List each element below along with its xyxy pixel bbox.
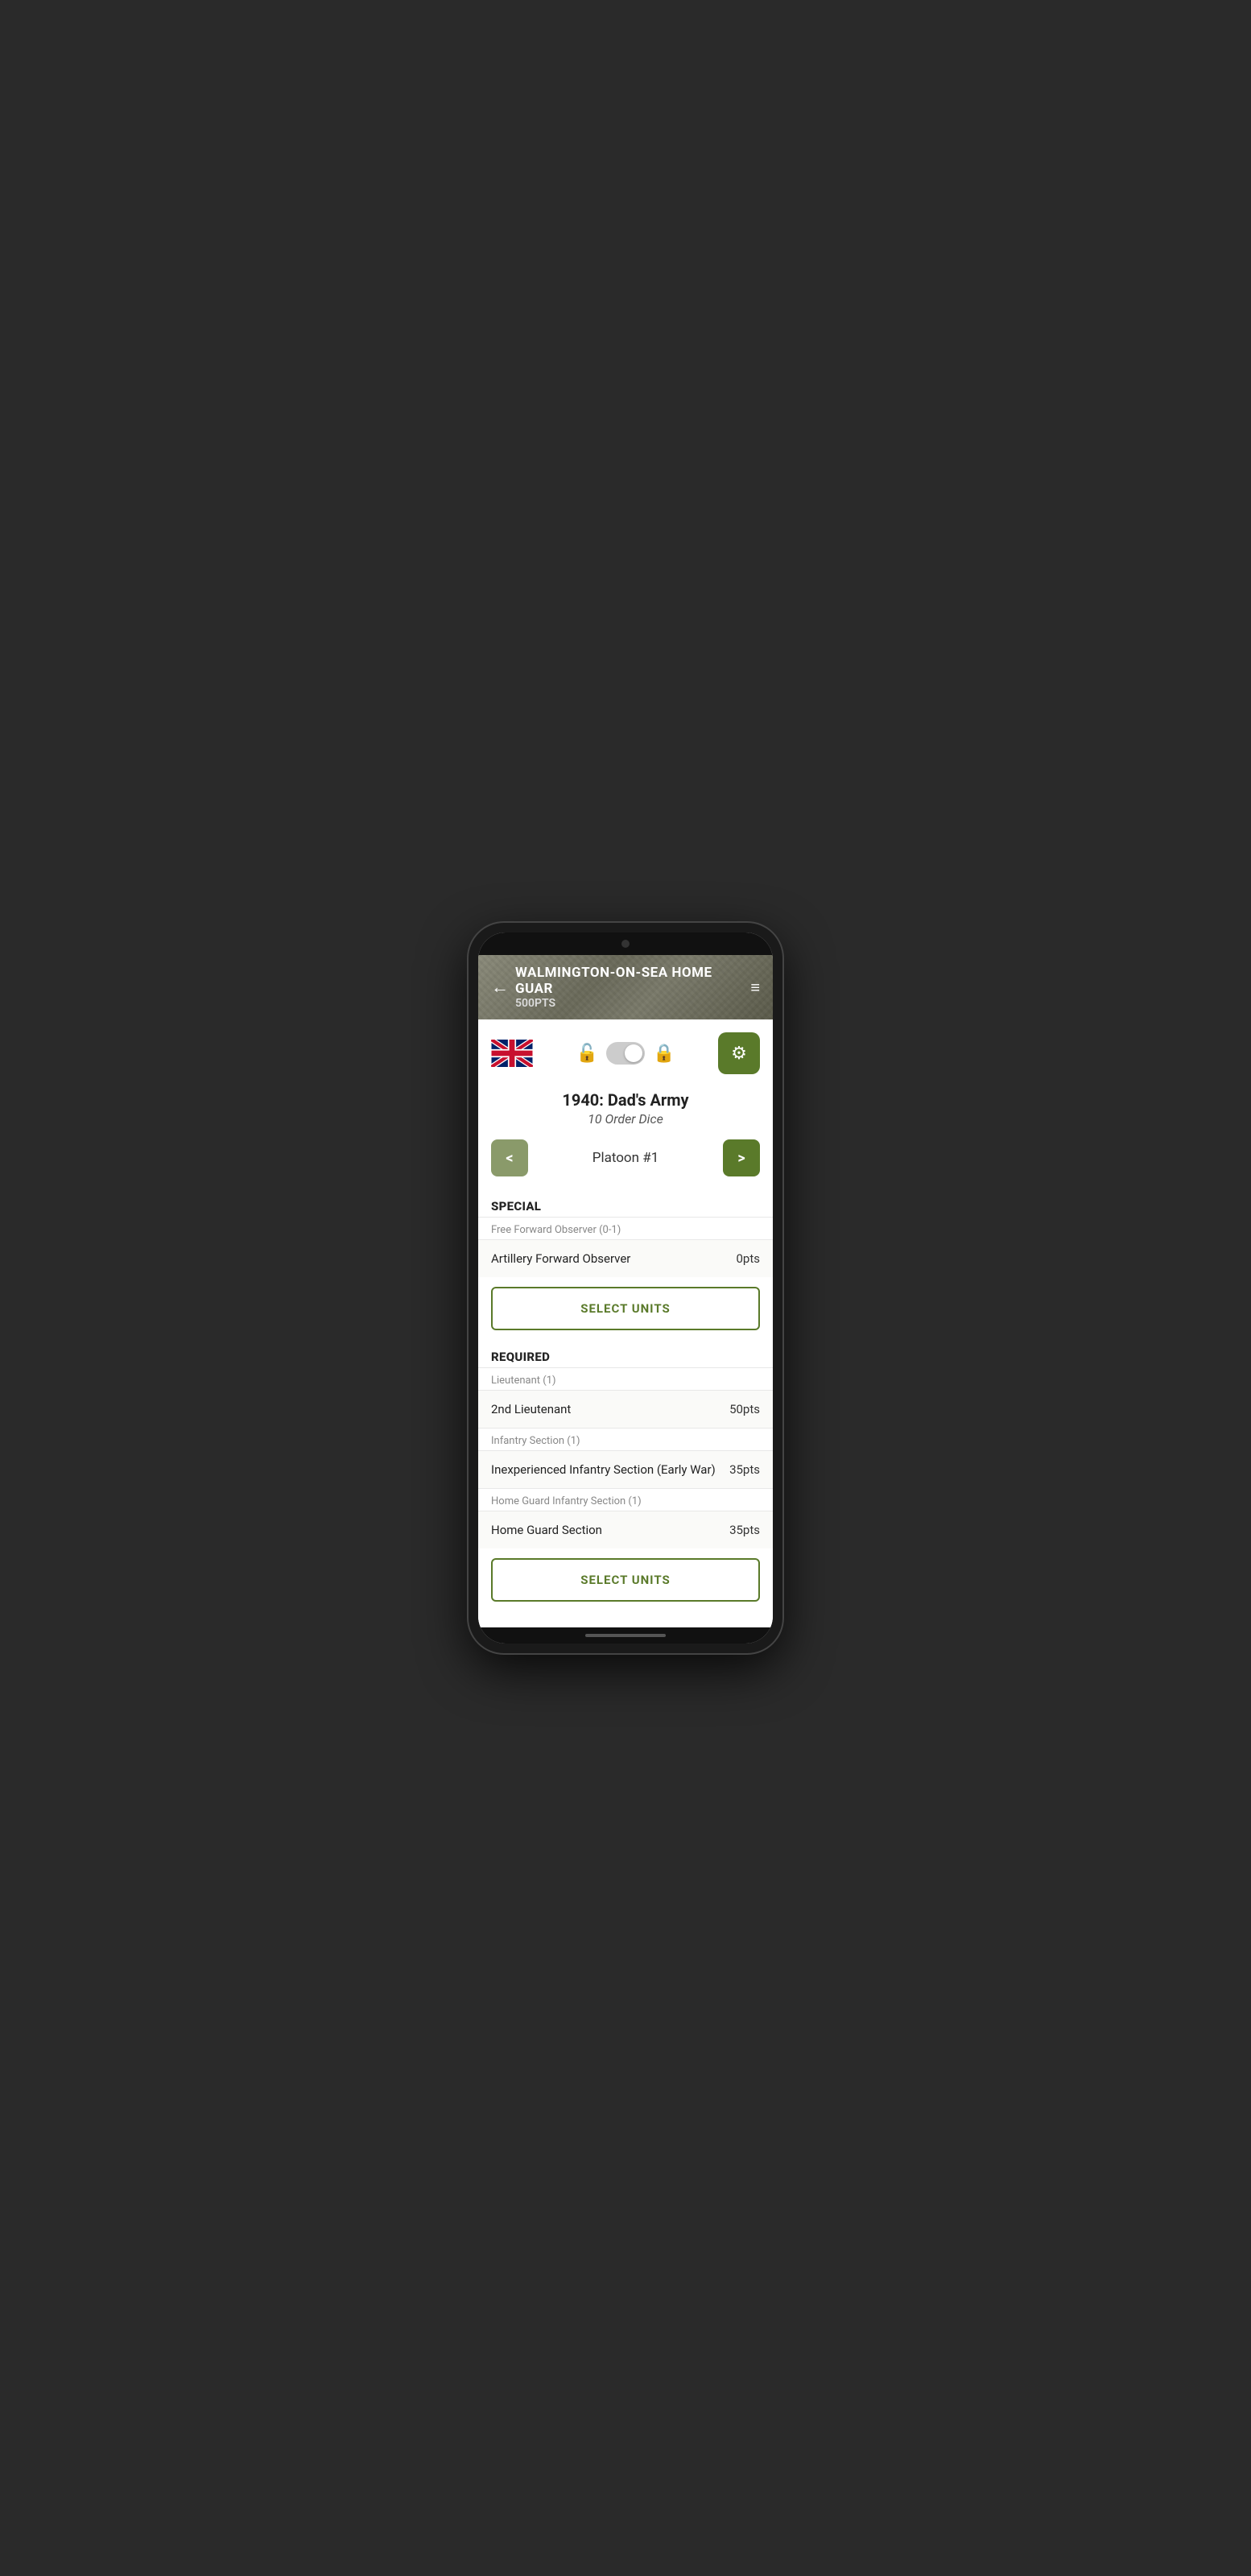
settings-button[interactable]: ⚙ <box>718 1032 760 1074</box>
controls-row: 🔓 🔒 ⚙ <box>478 1019 773 1087</box>
camera-dot <box>621 940 630 948</box>
item-pts: 0pts <box>736 1251 760 1266</box>
list-item[interactable]: Inexperienced Infantry Section (Early Wa… <box>478 1450 773 1488</box>
settings-icon: ⚙ <box>731 1044 747 1064</box>
header-title: WALMINGTON-ON-SEA HOME GUAR <box>515 965 750 998</box>
list-item[interactable]: Home Guard Section 35pts <box>478 1511 773 1548</box>
platoon-nav: < Platoon #1 > <box>478 1139 773 1189</box>
next-platoon-button[interactable]: > <box>723 1139 760 1176</box>
lock-toggle-group: 🔓 🔒 <box>539 1042 712 1065</box>
special-category-0: Free Forward Observer (0-1) <box>478 1217 773 1239</box>
header-text: WALMINGTON-ON-SEA HOME GUAR 500PTS <box>515 965 750 1011</box>
required-category-1: Infantry Section (1) <box>478 1428 773 1450</box>
item-pts: 35pts <box>729 1523 760 1537</box>
home-indicator <box>585 1634 666 1637</box>
special-section-header: SPECIAL <box>478 1189 773 1217</box>
army-name: 1940: Dad's Army <box>478 1087 773 1111</box>
uk-flag <box>491 1040 533 1067</box>
select-units-button-required[interactable]: SELECT UNITS <box>491 1558 760 1602</box>
back-button[interactable]: ← <box>491 977 509 998</box>
select-units-button-special[interactable]: SELECT UNITS <box>491 1287 760 1330</box>
menu-button[interactable]: ≡ <box>750 978 760 998</box>
lock-left-icon: 🔓 <box>576 1044 598 1064</box>
list-item[interactable]: Artillery Forward Observer 0pts <box>478 1239 773 1277</box>
phone-device: ← WALMINGTON-ON-SEA HOME GUAR 500PTS ≡ <box>469 923 782 1653</box>
required-category-2: Home Guard Infantry Section (1) <box>478 1488 773 1511</box>
required-category-0: Lieutenant (1) <box>478 1367 773 1390</box>
toggle-knob <box>625 1044 642 1062</box>
phone-screen: ← WALMINGTON-ON-SEA HOME GUAR 500PTS ≡ <box>478 932 773 1644</box>
item-pts: 50pts <box>729 1402 760 1416</box>
item-pts: 35pts <box>729 1462 760 1477</box>
main-content: 🔓 🔒 ⚙ 1940: Dad's Army 10 Order Dice < P… <box>478 1019 773 1627</box>
required-section-header: REQUIRED <box>478 1340 773 1367</box>
order-dice: 10 Order Dice <box>478 1111 773 1139</box>
item-name: Home Guard Section <box>491 1523 602 1537</box>
prev-platoon-button[interactable]: < <box>491 1139 528 1176</box>
toggle-switch[interactable] <box>606 1042 645 1065</box>
app-header: ← WALMINGTON-ON-SEA HOME GUAR 500PTS ≡ <box>478 955 773 1019</box>
item-name: Inexperienced Infantry Section (Early Wa… <box>491 1462 716 1477</box>
platoon-label: Platoon #1 <box>535 1150 716 1166</box>
lock-right-icon: 🔒 <box>653 1044 675 1064</box>
bottom-bar <box>478 1627 773 1644</box>
status-bar <box>478 932 773 955</box>
header-subtitle: 500PTS <box>515 997 750 1010</box>
list-item[interactable]: 2nd Lieutenant 50pts <box>478 1390 773 1428</box>
item-name: Artillery Forward Observer <box>491 1251 630 1266</box>
item-name: 2nd Lieutenant <box>491 1402 571 1416</box>
